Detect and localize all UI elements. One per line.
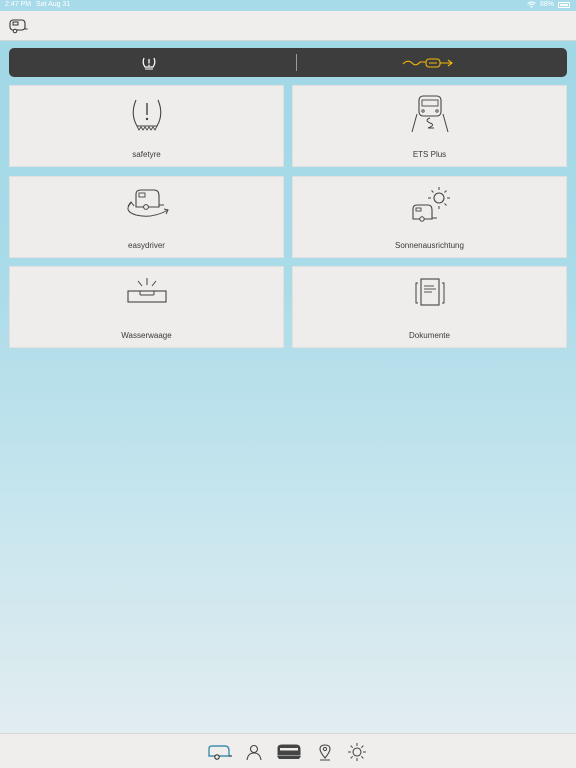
tyre-warning-icon: [141, 55, 157, 71]
tile-dokumente[interactable]: Dokumente: [292, 266, 567, 348]
wifi-icon: [527, 1, 536, 8]
status-date: Sat Aug 31: [36, 1, 71, 8]
tab-person[interactable]: [243, 741, 265, 763]
vehicle-stabilization-icon: [293, 94, 566, 136]
tile-label: Sonnenausrichtung: [395, 241, 464, 250]
person-icon: [245, 743, 263, 761]
status-right: 88%: [527, 1, 570, 8]
tab-bar: [0, 733, 576, 768]
tab-caravan[interactable]: [207, 741, 233, 763]
connection-cable-icon: [402, 56, 454, 70]
battery-percent: 88%: [539, 1, 554, 8]
tile-safetyre[interactable]: safetyre: [9, 85, 284, 167]
location-pin-icon: [317, 743, 333, 761]
tile-label: ETS Plus: [412, 150, 447, 159]
level-icon: [10, 275, 283, 317]
tyre-warning-icon: [10, 94, 283, 136]
tab-location[interactable]: [315, 741, 335, 763]
tile-wasserwaage[interactable]: Wasserwaage: [9, 266, 284, 348]
tile-label: Dokumente: [409, 331, 450, 340]
tile-ets-plus[interactable]: ETS Plus: [292, 85, 567, 167]
tab-van[interactable]: [275, 741, 303, 763]
tile-label: safetyre: [132, 150, 161, 159]
tile-sonnenausrichtung[interactable]: Sonnenausrichtung: [292, 176, 567, 258]
caravan-sun-icon: [293, 185, 566, 227]
status-time: 2:47 PM: [5, 1, 32, 8]
caravan-icon[interactable]: [8, 17, 28, 35]
documents-icon: [293, 275, 566, 317]
battery-icon: [558, 1, 570, 8]
tile-label: easydriver: [128, 241, 165, 250]
van-icon: [276, 743, 302, 761]
segment-connection[interactable]: [288, 48, 567, 77]
segment-tyre[interactable]: [9, 48, 288, 77]
segment-control: [9, 48, 567, 77]
navigation-bar: [0, 11, 576, 41]
sun-icon: [347, 742, 367, 762]
caravan-icon: [207, 743, 233, 761]
tile-label: Wasserwaage: [121, 331, 172, 340]
tile-easydriver[interactable]: easydriver: [9, 176, 284, 258]
status-bar: 2:47 PM Sat Aug 31 88%: [0, 0, 576, 11]
caravan-maneuver-icon: [10, 185, 283, 227]
tab-sun[interactable]: [346, 741, 368, 763]
